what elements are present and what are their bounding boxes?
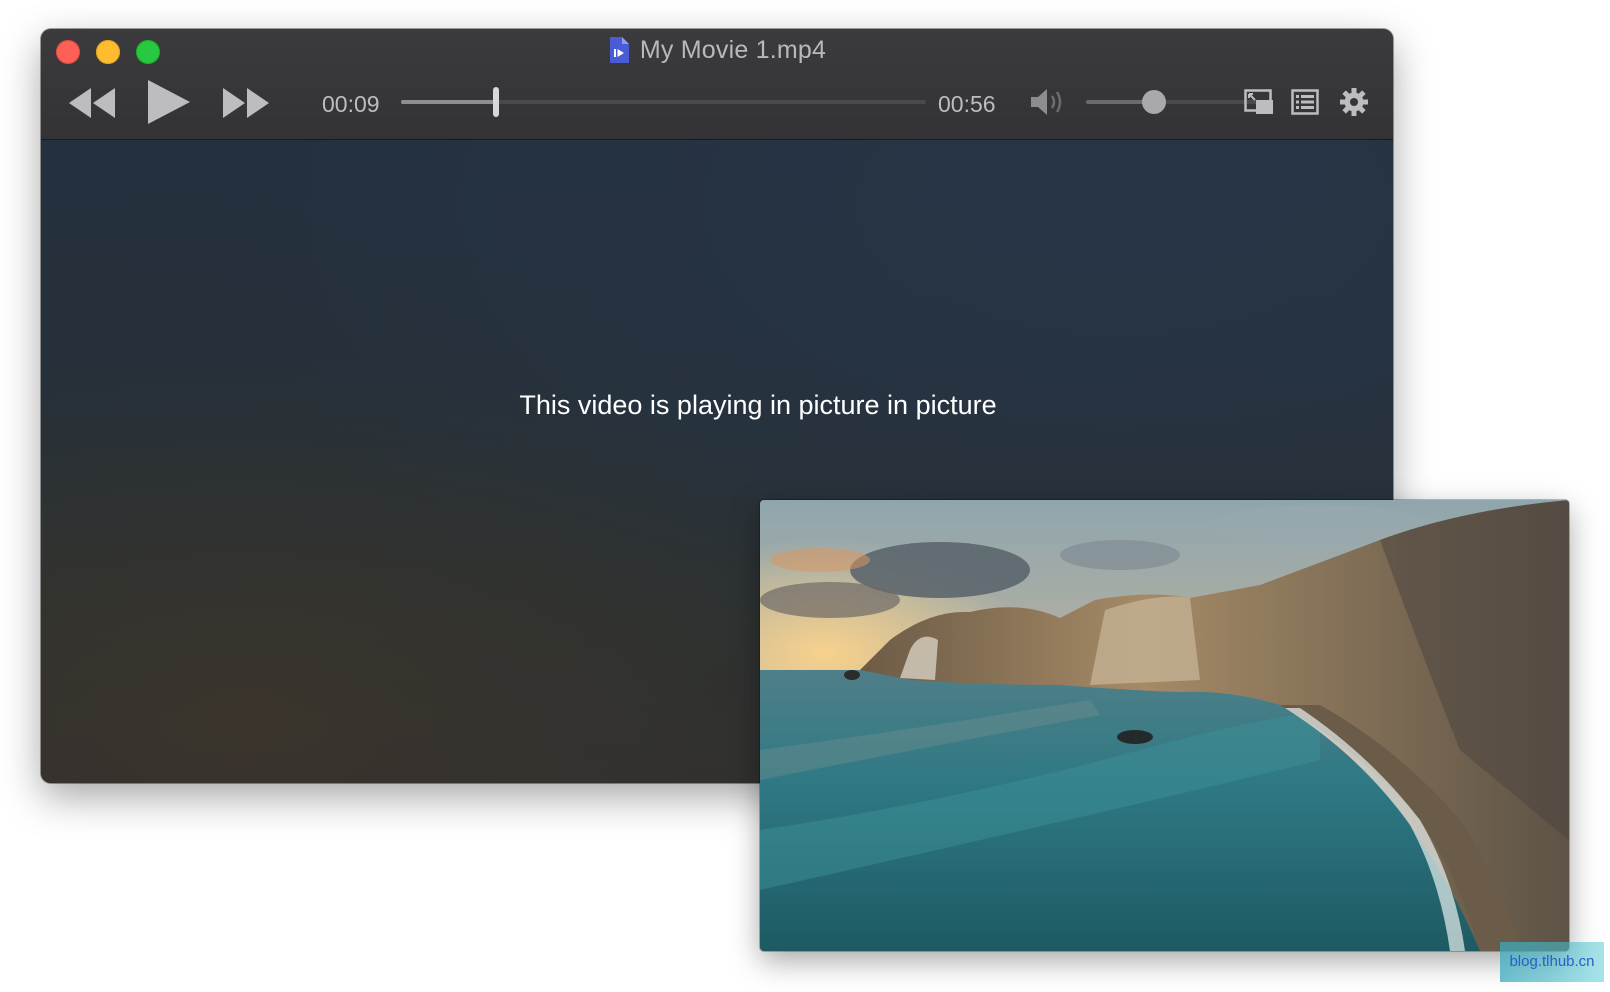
current-time: 00:09	[322, 91, 380, 117]
play-icon[interactable]	[146, 79, 192, 125]
rewind-icon[interactable]	[67, 86, 117, 120]
volume-icon[interactable]	[1029, 86, 1065, 118]
video-frame-coastal-landscape	[760, 500, 1569, 951]
watermark: blog.tlhub.cn	[1500, 942, 1604, 982]
pip-status-message: This video is playing in picture in pict…	[519, 390, 997, 420]
window-title-area: My Movie 1.mp4	[41, 35, 1393, 65]
gear-icon[interactable]	[1339, 87, 1369, 117]
seek-progress-fill	[401, 100, 496, 104]
seek-handle[interactable]	[492, 87, 499, 117]
volume-handle[interactable]	[1141, 90, 1166, 114]
window-title: My Movie 1.mp4	[639, 35, 827, 64]
playlist-icon[interactable]	[1291, 89, 1319, 115]
total-time: 00:56	[938, 91, 996, 117]
volume-slider[interactable]	[1086, 90, 1264, 114]
picture-in-picture-window[interactable]	[760, 500, 1569, 951]
video-file-icon	[609, 37, 629, 63]
fast-forward-icon[interactable]	[221, 86, 271, 120]
picture-in-picture-icon[interactable]	[1244, 89, 1274, 115]
seek-slider[interactable]	[401, 87, 926, 117]
titlebar-toolbar: My Movie 1.mp4 00:09 00:56	[41, 29, 1393, 140]
